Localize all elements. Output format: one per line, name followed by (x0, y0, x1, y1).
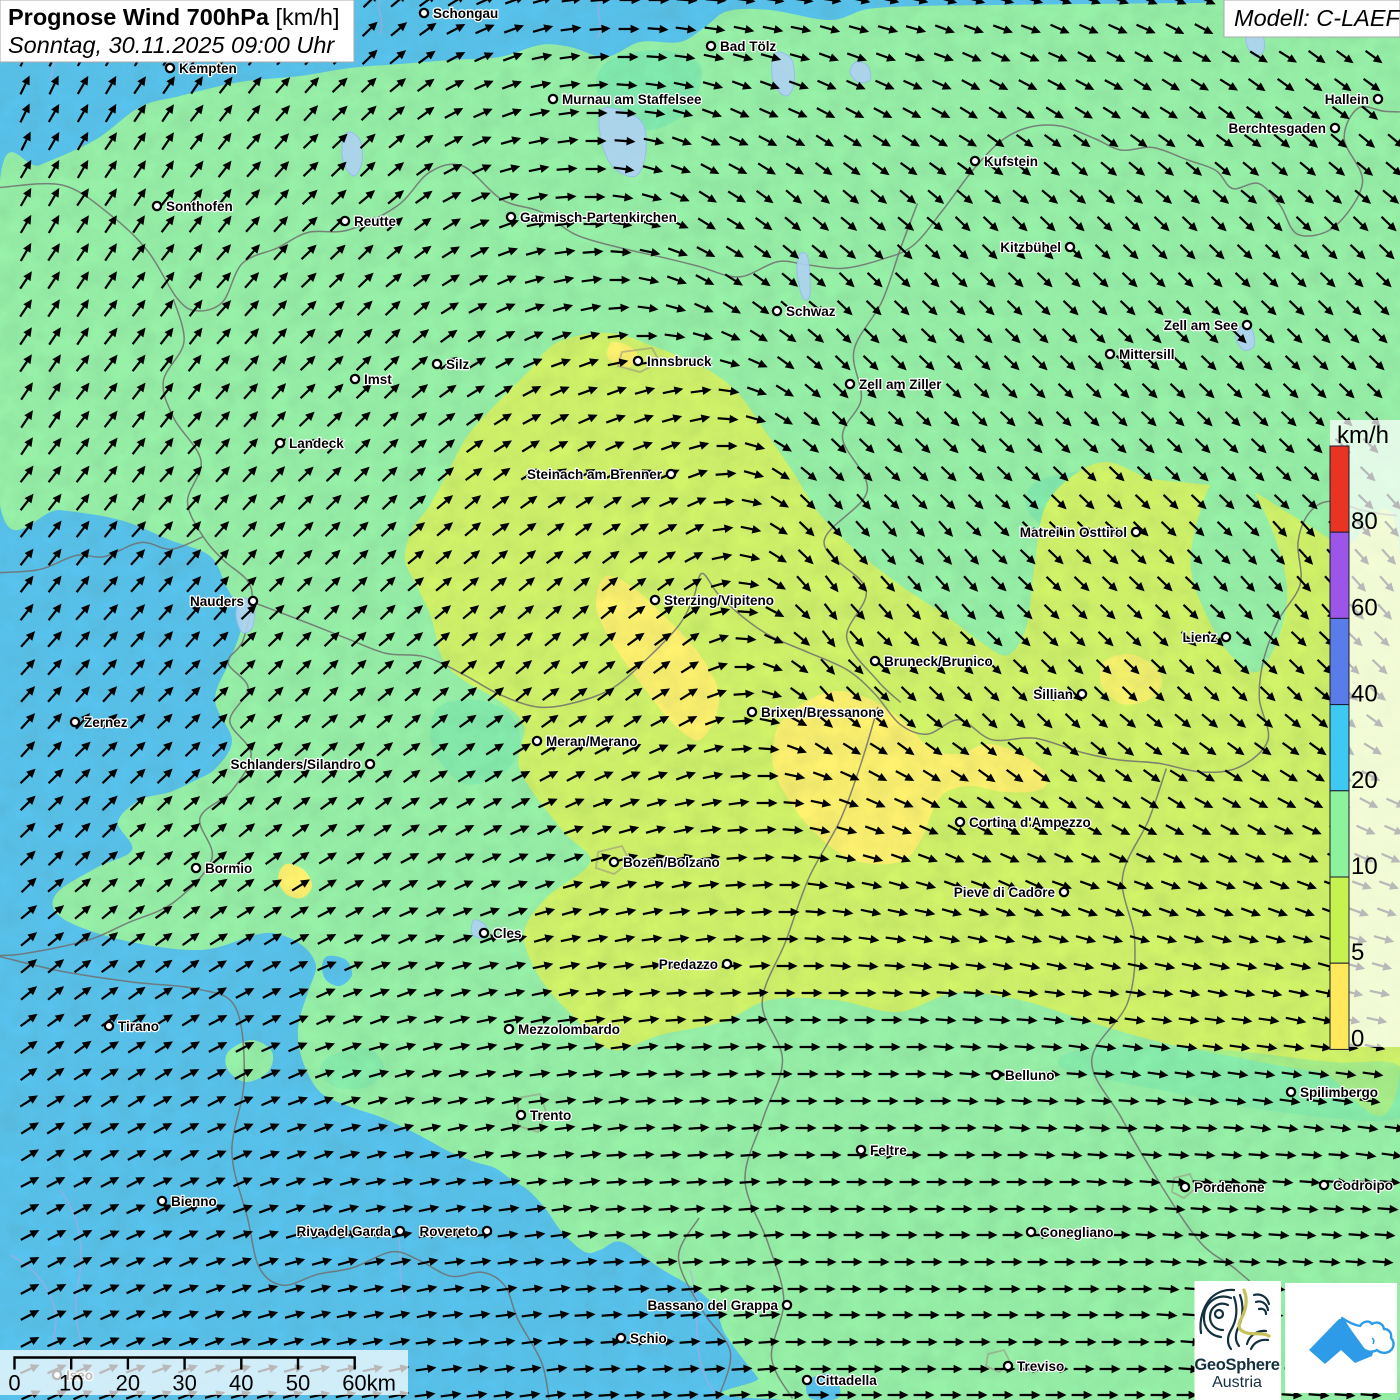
svg-text:Predazzo: Predazzo (659, 957, 718, 972)
svg-text:Pordenone: Pordenone (1194, 1180, 1265, 1195)
svg-text:Cittadella: Cittadella (816, 1373, 877, 1388)
svg-text:Schwaz: Schwaz (786, 304, 836, 319)
svg-text:Modell: C-LAEF: Modell: C-LAEF (1234, 5, 1400, 31)
svg-text:Zernez: Zernez (84, 715, 128, 730)
svg-text:Schongau: Schongau (433, 6, 498, 21)
svg-text:Sonntag, 30.11.2025 09:00 Uhr: Sonntag, 30.11.2025 09:00 Uhr (8, 32, 335, 58)
svg-text:Bassano del Grappa: Bassano del Grappa (647, 1298, 778, 1313)
svg-text:Kufstein: Kufstein (984, 154, 1038, 169)
svg-text:Murnau am Staffelsee: Murnau am Staffelsee (562, 92, 702, 107)
svg-text:20: 20 (1351, 767, 1378, 794)
svg-text:Imst: Imst (364, 372, 392, 387)
svg-text:Conegliano: Conegliano (1040, 1225, 1114, 1240)
svg-text:40: 40 (1351, 681, 1378, 708)
svg-text:Sonthofen: Sonthofen (166, 199, 233, 214)
svg-text:Bozen/Bolzano: Bozen/Bolzano (623, 855, 720, 870)
svg-text:20: 20 (116, 1371, 140, 1396)
svg-text:Trento: Trento (530, 1108, 571, 1123)
svg-text:Feltre: Feltre (870, 1143, 907, 1158)
svg-text:0: 0 (1351, 1025, 1364, 1052)
svg-text:Steinach am Brenner: Steinach am Brenner (527, 467, 663, 482)
svg-text:50: 50 (286, 1371, 310, 1396)
svg-text:Kitzbühel: Kitzbühel (1000, 240, 1061, 255)
svg-text:Cles: Cles (493, 926, 522, 941)
svg-text:Riva del Garda: Riva del Garda (296, 1224, 391, 1239)
svg-text:GeoSphere: GeoSphere (1194, 1356, 1279, 1374)
svg-text:Zell am See: Zell am See (1164, 318, 1239, 333)
svg-text:0: 0 (8, 1371, 20, 1396)
svg-text:Sillian: Sillian (1033, 687, 1073, 702)
svg-text:10: 10 (59, 1371, 83, 1396)
svg-text:Prognose Wind 700hPa [km/h]: Prognose Wind 700hPa [km/h] (8, 4, 339, 30)
svg-text:5: 5 (1351, 939, 1364, 966)
svg-text:Treviso: Treviso (1017, 1359, 1064, 1374)
svg-text:Cortina d'Ampezzo: Cortina d'Ampezzo (969, 815, 1091, 830)
svg-text:Codroipo: Codroipo (1333, 1178, 1393, 1193)
svg-text:Bruneck/Brunico: Bruneck/Brunico (884, 654, 993, 669)
svg-text:30: 30 (172, 1371, 196, 1396)
svg-text:Mezzolombardo: Mezzolombardo (518, 1022, 620, 1037)
svg-text:Garmisch-Partenkirchen: Garmisch-Partenkirchen (520, 210, 677, 225)
svg-text:80: 80 (1351, 508, 1378, 535)
svg-text:Sterzing/Vipiteno: Sterzing/Vipiteno (664, 593, 774, 608)
svg-text:Meran/Merano: Meran/Merano (546, 734, 638, 749)
svg-text:Spilimbergo: Spilimbergo (1300, 1085, 1378, 1100)
svg-text:Landeck: Landeck (289, 436, 344, 451)
svg-text:Zell am Ziller: Zell am Ziller (859, 377, 942, 392)
svg-text:Belluno: Belluno (1005, 1068, 1055, 1083)
svg-text:Reutte: Reutte (354, 214, 396, 229)
svg-text:Bormio: Bormio (205, 861, 252, 876)
svg-text:Berchtesgaden: Berchtesgaden (1228, 121, 1326, 136)
svg-text:Innsbruck: Innsbruck (647, 354, 712, 369)
svg-text:Lienz: Lienz (1182, 630, 1217, 645)
svg-text:Mittersill: Mittersill (1119, 347, 1175, 362)
svg-text:Schlanders/Silandro: Schlanders/Silandro (230, 757, 361, 772)
svg-text:km/h: km/h (1337, 422, 1389, 449)
svg-text:Austria: Austria (1212, 1374, 1262, 1391)
svg-text:10: 10 (1351, 853, 1378, 880)
svg-text:Bienno: Bienno (171, 1194, 217, 1209)
svg-text:Silz: Silz (446, 357, 470, 372)
svg-text:Matrei in Osttirol: Matrei in Osttirol (1020, 525, 1127, 540)
svg-text:Brixen/Bressanone: Brixen/Bressanone (761, 705, 885, 720)
svg-text:Rovereto: Rovereto (419, 1224, 478, 1239)
svg-text:Tirano: Tirano (118, 1019, 159, 1034)
svg-text:Bad Tölz: Bad Tölz (720, 39, 776, 54)
svg-text:Kempten: Kempten (179, 61, 237, 76)
svg-text:60km: 60km (342, 1371, 396, 1396)
svg-text:Pieve di Cadore: Pieve di Cadore (954, 885, 1056, 900)
svg-text:Hallein: Hallein (1325, 92, 1369, 107)
svg-text:40: 40 (229, 1371, 253, 1396)
svg-text:Schio: Schio (630, 1331, 667, 1346)
svg-text:Nauders: Nauders (190, 594, 244, 609)
svg-text:60: 60 (1351, 594, 1378, 621)
